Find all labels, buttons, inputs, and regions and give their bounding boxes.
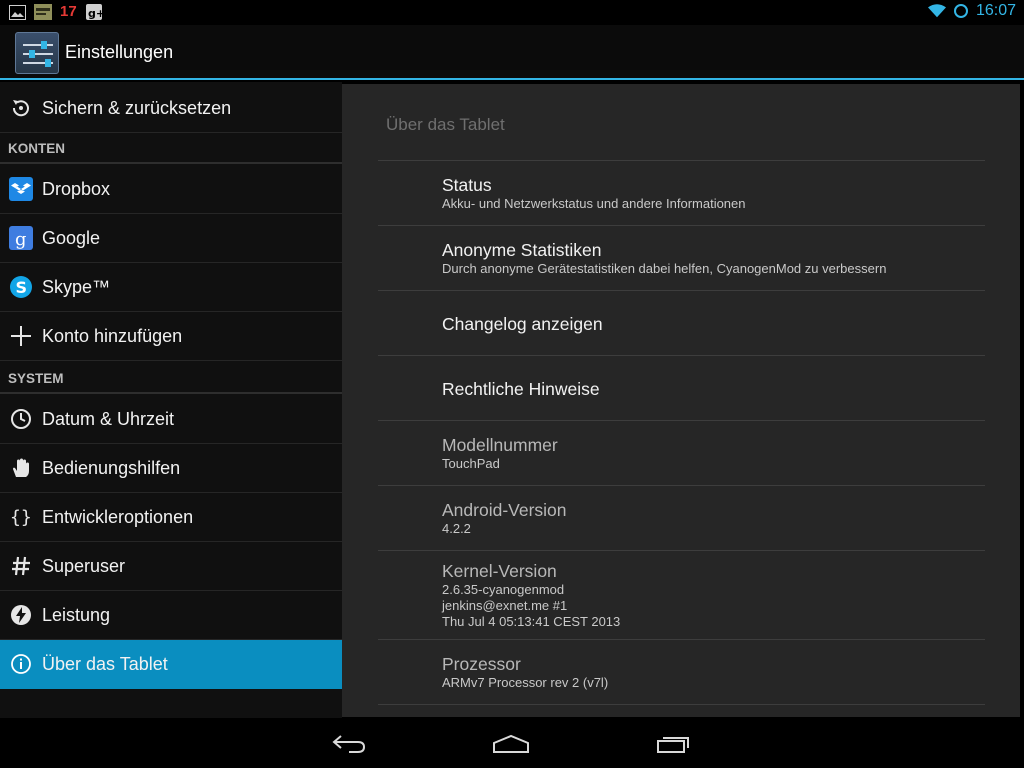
divider [378,355,985,356]
sidebar-item-label: Datum & Uhrzeit [42,408,175,429]
calendar-notification-icon: 17 [60,3,77,20]
plus-icon [0,312,42,361]
divider [378,485,985,486]
section-divider [0,162,342,164]
sidebar-item-label: Über das Tablet [42,653,168,674]
svg-text:{}: {} [10,507,32,528]
pref-summary: jenkins@exnet.me #1 [442,598,568,613]
pref-summary: TouchPad [442,456,500,471]
section-header-system: SYSTEM [8,371,64,386]
divider [378,550,985,551]
sidebar-item-performance[interactable]: Leistung [0,591,342,640]
sidebar-item-label: Entwickleroptionen [42,506,194,527]
pref-title: Rechtliche Hinweise [442,379,600,399]
clock-icon [0,395,42,444]
sidebar-item-date-time[interactable]: Datum & Uhrzeit [0,395,342,444]
pref-title: Anonyme Statistiken [442,240,602,260]
pref-processor: Prozessor ARMv7 Processor rev 2 (v7l) [442,653,982,691]
home-icon[interactable] [486,728,536,760]
divider [378,290,985,291]
sidebar-item-label: Superuser [42,555,126,576]
pref-model-number: Modellnummer TouchPad [442,434,982,472]
sidebar-item-backup[interactable]: Sichern & zurücksetzen [0,84,342,133]
google-plus-notification-icon: g+ [85,3,103,21]
back-icon[interactable] [324,728,374,760]
pref-anonymous-stats[interactable]: Anonyme Statistiken Durch anonyme Geräte… [442,239,982,277]
sidebar-item-add-account[interactable]: Konto hinzufügen [0,312,342,361]
pref-title: Kernel-Version [442,561,557,581]
sidebar-item-google[interactable]: g Google [0,214,342,263]
hash-icon [0,542,42,591]
image-notification-icon [8,3,26,21]
sidebar-item-label: Skype™ [42,276,111,297]
clock: 16:07 [975,2,1016,19]
section-divider [0,392,342,394]
notification-icons: 17 g+ [8,3,103,21]
section-header-accounts: KONTEN [8,141,65,156]
recent-apps-icon[interactable] [649,728,699,760]
sidebar-item-label: Google [42,227,101,248]
status-bar: 17 g+ 16:07 [0,0,1024,25]
divider [378,704,985,705]
settings-sliders-icon[interactable] [15,32,59,74]
pref-summary: Thu Jul 4 05:13:41 CEST 2013 [442,614,621,629]
pref-title: Changelog anzeigen [442,314,603,334]
pref-summary: 4.2.2 [442,521,471,536]
pref-summary: 2.6.35-cyanogenmod [442,582,565,597]
action-bar: Einstellungen [0,25,1024,80]
sidebar-item-label: Konto hinzufügen [42,325,183,346]
google-icon: g [0,214,42,263]
pref-title: Prozessor [442,654,521,674]
hand-icon [0,444,42,493]
sidebar-item-label: Dropbox [42,178,111,199]
panel-title: Über das Tablet [386,115,505,134]
pref-summary: Akku- und Netzwerkstatus und andere Info… [442,196,746,211]
sidebar-item-about-tablet[interactable]: Über das Tablet [0,640,342,689]
pref-title: Android-Version [442,500,567,520]
pref-title: Status [442,175,492,195]
pref-title: Modellnummer [442,435,558,455]
wifi-icon [927,2,946,20]
pref-kernel-version: Kernel-Version 2.6.35-cyanogenmod jenkin… [442,560,982,630]
svg-text:S: S [16,278,28,297]
pref-summary: Durch anonyme Gerätestatistiken dabei he… [442,261,887,276]
sync-icon [952,2,970,20]
svg-text:g+: g+ [88,7,102,20]
sidebar-item-label: Bedienungshilfen [42,457,181,478]
svg-text:g: g [15,229,27,250]
braces-icon: {} [0,493,42,542]
settings-category-list[interactable]: Sichern & zurücksetzen KONTEN Dropbox g … [0,82,342,718]
pref-status[interactable]: Status Akku- und Netzwerkstatus und ande… [442,174,982,212]
dropbox-icon [0,165,42,214]
skype-icon: S [0,263,42,312]
about-tablet-panel: Über das Tablet Status Akku- und Netzwer… [342,84,1020,717]
divider [378,160,985,161]
pref-legal-info[interactable]: Rechtliche Hinweise [442,378,982,400]
divider [378,420,985,421]
sidebar-item-dropbox[interactable]: Dropbox [0,165,342,214]
jenkins-notification-icon [34,3,52,21]
divider [378,639,985,640]
sidebar-item-skype[interactable]: S Skype™ [0,263,342,312]
backup-restore-icon [0,84,42,133]
info-icon [0,640,42,689]
performance-icon [0,591,42,640]
sidebar-item-developer-options[interactable]: {} Entwickleroptionen [0,493,342,542]
divider [378,225,985,226]
pref-android-version[interactable]: Android-Version 4.2.2 [442,499,982,537]
pref-summary: ARMv7 Processor rev 2 (v7l) [442,675,609,690]
sidebar-item-label: Sichern & zurücksetzen [42,97,232,118]
system-icons: 16:07 [927,2,1016,20]
pref-changelog[interactable]: Changelog anzeigen [442,313,982,335]
navigation-bar [0,718,1024,768]
sidebar-item-label: Leistung [42,604,111,625]
app-title: Einstellungen [65,42,174,62]
sidebar-item-superuser[interactable]: Superuser [0,542,342,591]
sidebar-item-accessibility[interactable]: Bedienungshilfen [0,444,342,493]
